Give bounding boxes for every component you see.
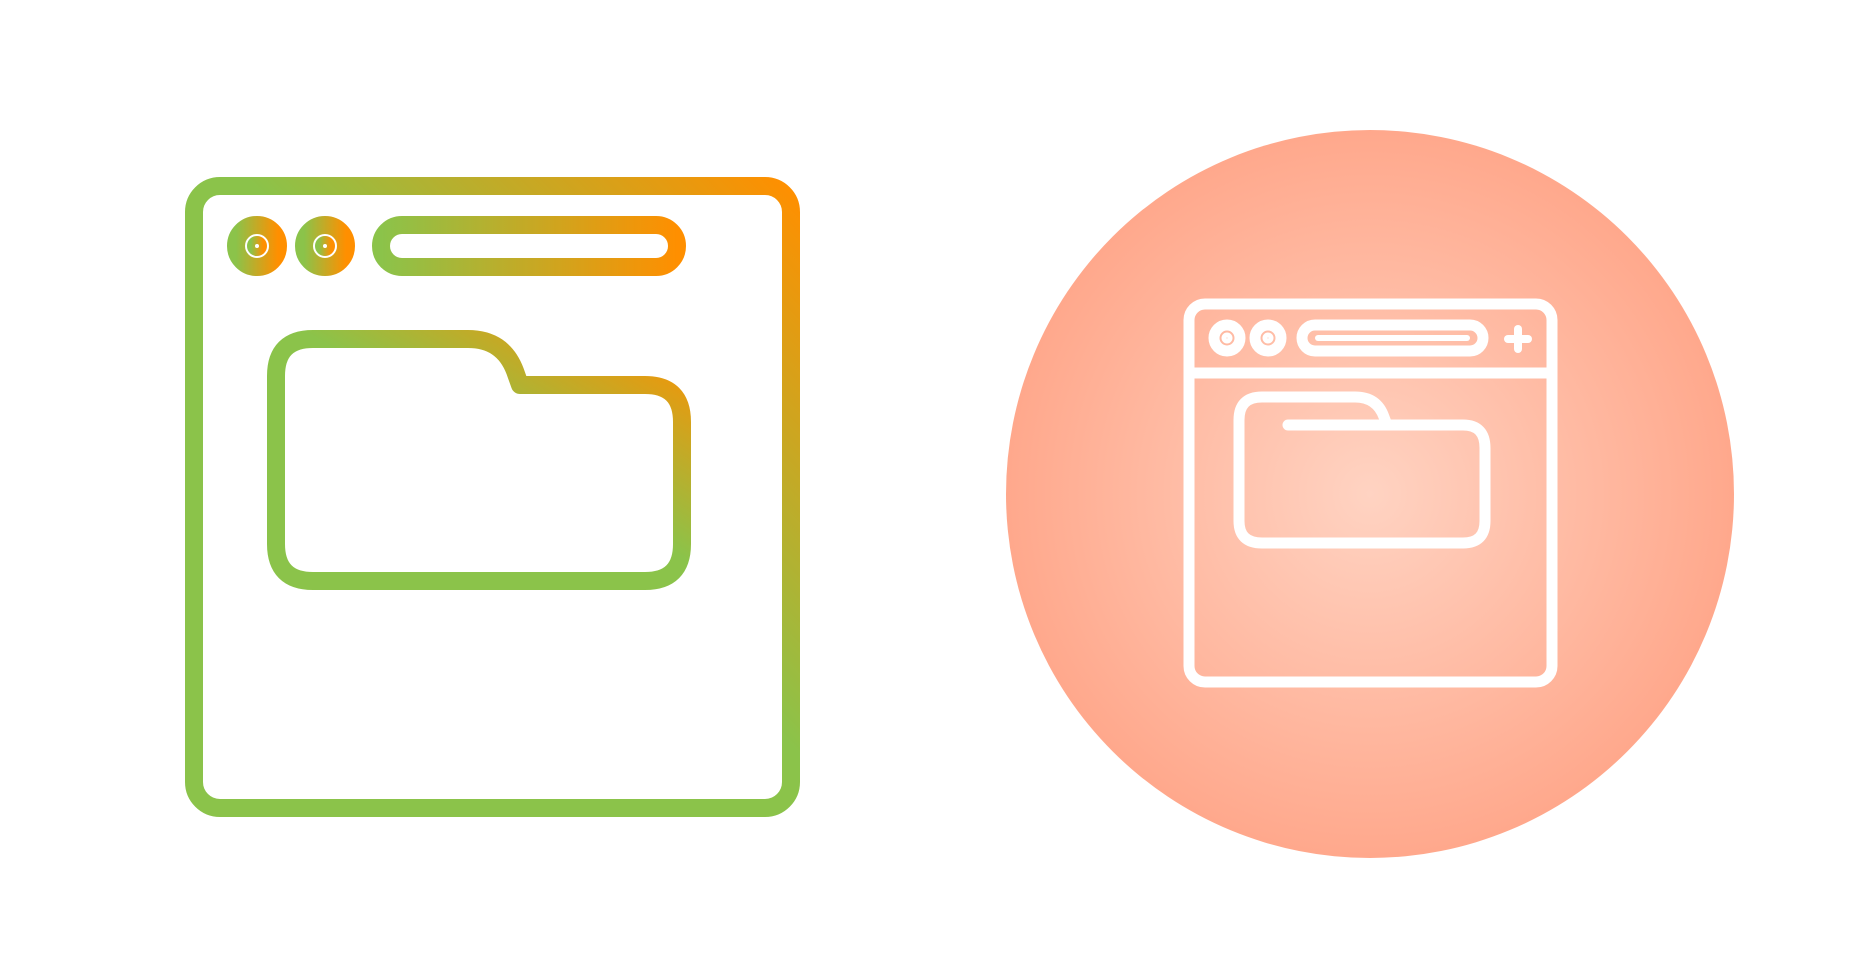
browser-folder-icon-gradient [185,177,800,817]
folder-icon [267,330,691,590]
browser-folder-white-svg [1183,298,1558,688]
window-dot-2-white-icon [1249,319,1287,357]
folder-white-icon [1233,391,1491,549]
window-dot-2-inner-white-icon [1262,332,1274,344]
window-dot-2-icon [295,216,355,276]
browser-folder-icon-white [1183,298,1558,688]
window-dot-1-inner-icon [247,236,267,256]
icon-preview-canvas [0,0,1854,980]
window-dot-1-icon [227,216,287,276]
window-dot-1-inner-white-icon [1221,332,1233,344]
window-dot-1-white-icon [1208,319,1246,357]
window-dot-2-inner-icon [315,236,335,256]
browser-folder-gradient-svg [185,177,800,817]
